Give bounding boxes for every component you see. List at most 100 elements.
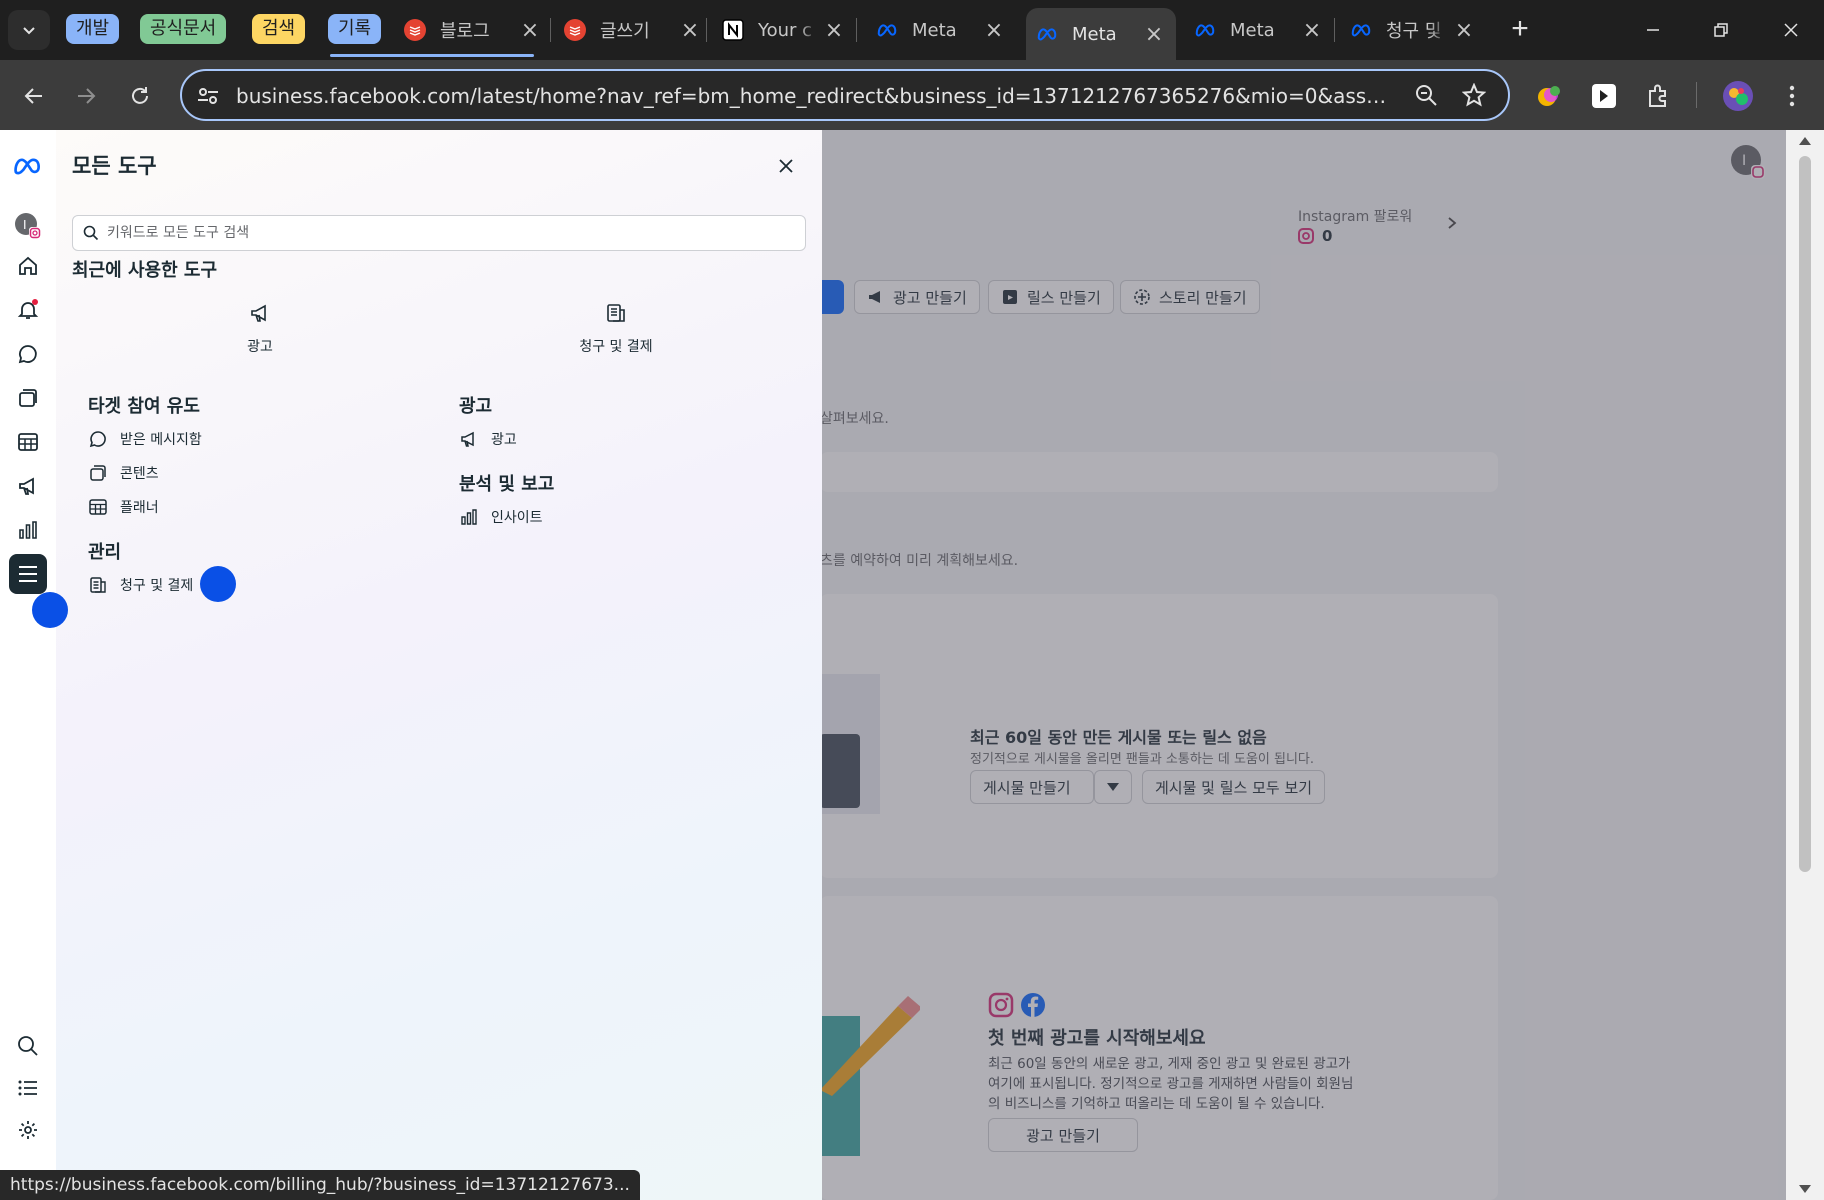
tool-inbox[interactable]: 받은 메시지함 (88, 428, 202, 450)
tab-separator (550, 18, 551, 42)
rail-home[interactable] (12, 250, 44, 282)
meta-logo[interactable] (12, 150, 44, 182)
todoist-icon (564, 19, 586, 41)
rail-ads[interactable] (12, 470, 44, 502)
rail-inbox[interactable] (12, 338, 44, 370)
close-icon[interactable]: × (678, 18, 702, 43)
browser-menu-button[interactable] (1772, 76, 1812, 116)
bookmark-star-icon[interactable] (1462, 83, 1486, 107)
tab-separator (706, 18, 707, 42)
reload-button[interactable] (120, 76, 160, 116)
extensions-button[interactable] (1638, 76, 1678, 116)
scroll-down-icon[interactable] (1798, 1184, 1812, 1194)
close-icon[interactable]: × (1452, 18, 1476, 43)
recent-tool-ads[interactable]: 광고 (160, 300, 360, 356)
tab-title: Meta (1072, 23, 1117, 45)
tab-title: Meta (1230, 19, 1275, 41)
tab-group-records[interactable]: 기록 (328, 14, 382, 44)
extension-box-icon (1592, 84, 1616, 108)
arrow-left-icon (24, 88, 42, 104)
tab-meta-1[interactable]: Meta × (876, 8, 1006, 52)
tab-group-search[interactable]: 검색 (252, 14, 306, 44)
restore-button[interactable] (1696, 10, 1746, 50)
section-title-ads: 광고 (459, 396, 493, 417)
tool-label: 광고 (491, 432, 517, 448)
zoom-icon[interactable] (1414, 83, 1438, 107)
tab-meta-3[interactable]: Meta × (1194, 8, 1324, 52)
rail-all-tools[interactable] (9, 554, 47, 594)
scrollbar-thumb[interactable] (1799, 156, 1811, 872)
tab-group-underline (330, 54, 534, 57)
tab-writing[interactable]: 글쓰기 × (564, 8, 702, 52)
tab-meta-active[interactable]: Meta × (1026, 8, 1176, 60)
page-scrollbar[interactable] (1786, 130, 1824, 1200)
tab-title: 청구 및 (1386, 21, 1442, 42)
close-icon (779, 159, 793, 173)
insights-icon (19, 521, 37, 539)
site-info-icon[interactable] (196, 84, 220, 108)
tool-label: 인사이트 (491, 510, 543, 526)
tab-title: Meta (912, 19, 957, 41)
tab-billing[interactable]: 청구 및 × (1350, 8, 1476, 52)
more-vert-icon (1789, 85, 1795, 107)
tab-blog[interactable]: 블로그 × (404, 8, 542, 52)
drawer-close-button[interactable] (772, 152, 800, 180)
section-title-manage: 관리 (88, 542, 122, 563)
tool-insights[interactable]: 인사이트 (459, 506, 543, 528)
planner-icon (18, 433, 38, 451)
recent-tool-billing[interactable]: 청구 및 결제 (516, 300, 716, 356)
drawer-title: 모든 도구 (72, 154, 157, 178)
meta-logo-icon (14, 158, 41, 175)
tool-label: 콘텐츠 (120, 466, 159, 482)
tab-notion[interactable]: Your c × (722, 8, 846, 52)
notion-icon (722, 19, 744, 41)
profile-button[interactable] (1718, 76, 1758, 116)
extension-dark[interactable] (1584, 76, 1624, 116)
content-icon (19, 389, 37, 407)
rail-list[interactable] (12, 1072, 44, 1104)
rail-content[interactable] (12, 382, 44, 414)
rail-planner[interactable] (12, 426, 44, 458)
tab-title: 블로그 (440, 21, 490, 42)
touch-indicator (200, 566, 236, 602)
new-tab-button[interactable]: + (1502, 12, 1538, 48)
restore-icon (1714, 23, 1728, 37)
avatar (1723, 81, 1753, 111)
tab-group-dev[interactable]: 개발 (66, 14, 120, 44)
extension-colorful[interactable] (1530, 76, 1570, 116)
address-bar[interactable]: business.facebook.com/latest/home?nav_re… (180, 69, 1510, 121)
rail-insights[interactable] (12, 514, 44, 546)
minimize-button[interactable] (1628, 10, 1678, 50)
left-nav-rail: I (0, 130, 56, 1200)
tool-planner[interactable]: 플래너 (88, 496, 159, 518)
close-icon[interactable]: × (982, 18, 1006, 43)
back-button[interactable] (14, 76, 54, 116)
reload-icon (132, 87, 148, 104)
tool-billing[interactable]: 청구 및 결제 (88, 574, 193, 596)
meta-icon (1350, 19, 1372, 41)
close-icon[interactable]: × (1300, 18, 1324, 43)
close-icon[interactable]: × (822, 18, 846, 43)
tab-title: 글쓰기 (600, 21, 650, 42)
window-close-button[interactable] (1766, 10, 1816, 50)
close-icon[interactable]: × (1142, 22, 1166, 47)
rail-search[interactable] (12, 1030, 44, 1062)
account-avatar[interactable]: I (12, 210, 44, 242)
tool-ads[interactable]: 광고 (459, 428, 517, 450)
chat-icon (89, 431, 106, 448)
tab-group-docs[interactable]: 공식문서 (140, 14, 227, 44)
all-tools-drawer: 모든 도구 최근에 사용한 도구 광고 청구 및 결제 타겟 참여 유도 받은 … (56, 130, 822, 1200)
tools-search-input[interactable] (107, 216, 797, 250)
tool-content[interactable]: 콘텐츠 (88, 462, 159, 484)
tab-search-button[interactable] (8, 10, 50, 50)
todoist-icon (404, 19, 426, 41)
puzzle-icon (1649, 84, 1666, 107)
rail-notifications[interactable] (12, 294, 44, 326)
browser-tabstrip: 개발 공식문서 검색 기록 블로그 × 글쓰기 × Your c × Meta … (0, 0, 1824, 60)
close-icon[interactable]: × (518, 18, 542, 43)
section-title-engage: 타겟 참여 유도 (88, 396, 200, 417)
meta-icon (1194, 19, 1216, 41)
rail-settings[interactable] (12, 1114, 44, 1146)
forward-button[interactable] (66, 76, 106, 116)
scroll-up-icon[interactable] (1798, 136, 1812, 146)
